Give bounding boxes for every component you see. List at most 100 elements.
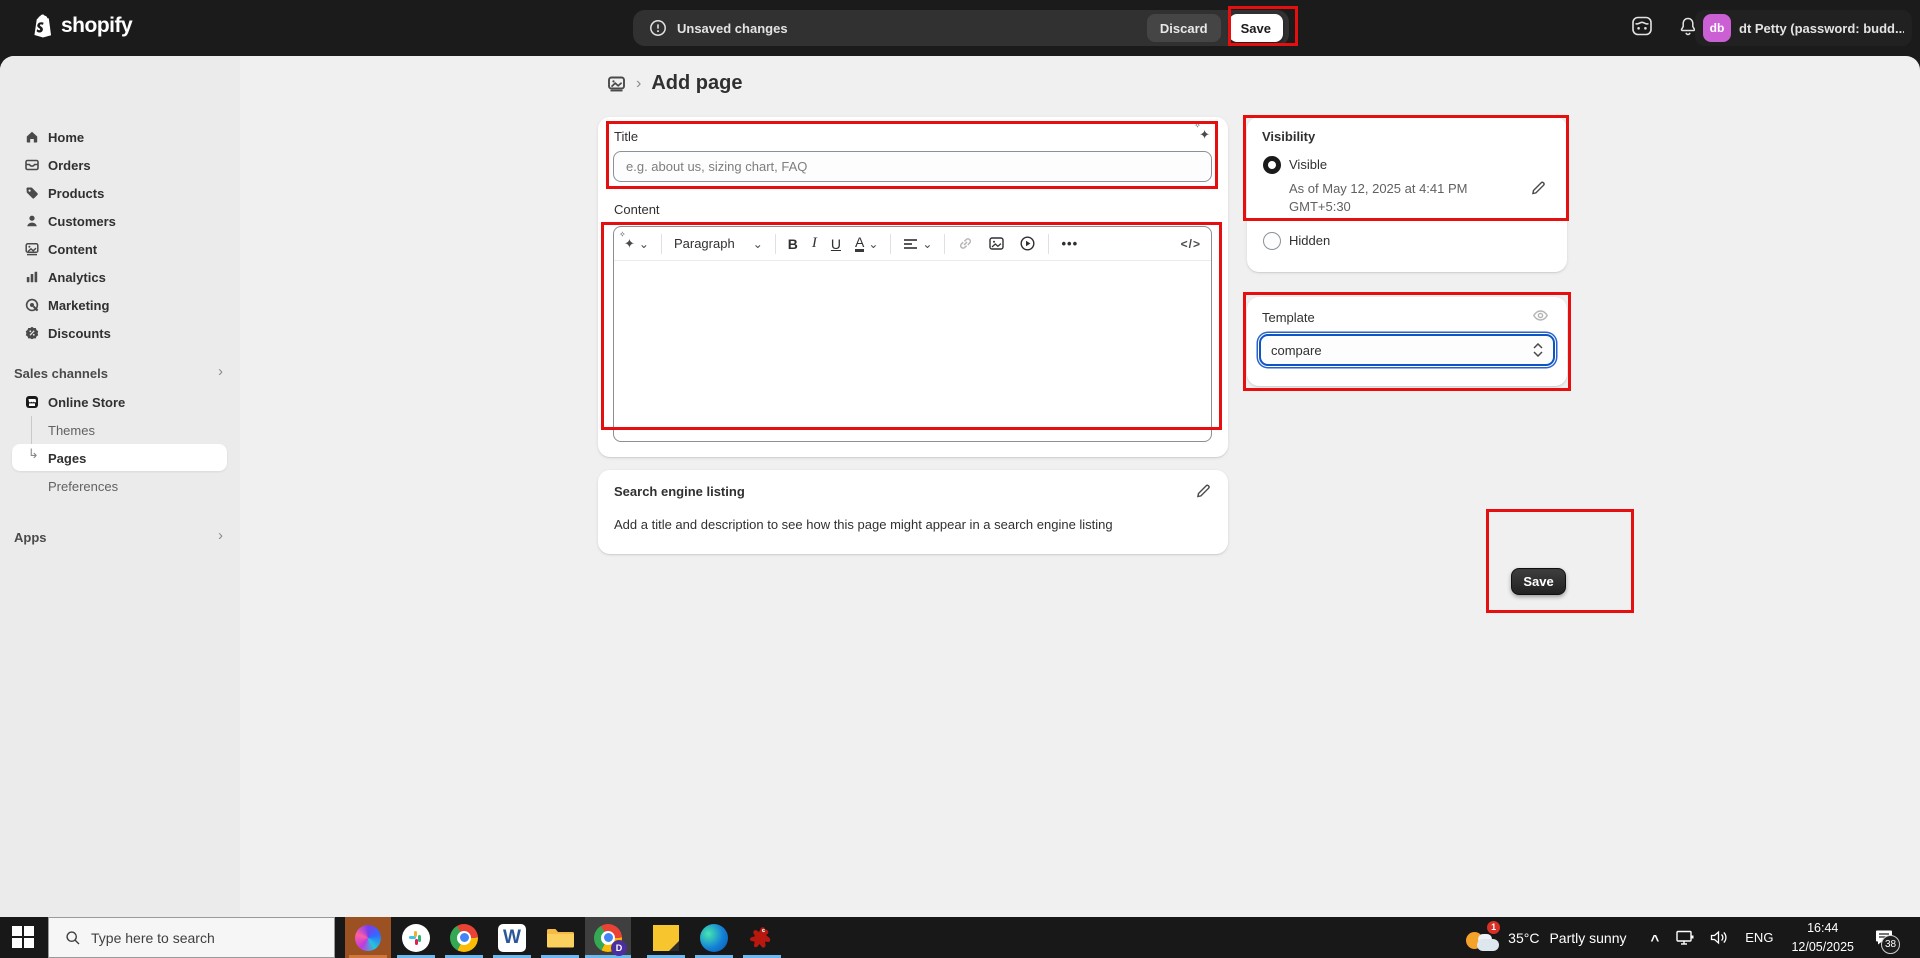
- seo-body: Add a title and description to see how t…: [614, 517, 1204, 532]
- visibility-heading: Visibility: [1262, 129, 1315, 144]
- alignment-dropdown[interactable]: ⌄: [903, 237, 932, 251]
- sidebar-item-customers[interactable]: Customers: [0, 207, 240, 235]
- edit-pencil-icon[interactable]: [1196, 482, 1212, 498]
- sidebar-item-discounts[interactable]: Discounts: [0, 319, 240, 347]
- seo-card: Search engine listing Add a title and de…: [598, 470, 1228, 554]
- taskbar-app-file-explorer[interactable]: [537, 917, 583, 958]
- sidebar-item-label: Online Store: [48, 395, 125, 410]
- edge-icon: [700, 924, 728, 952]
- insert-image-icon[interactable]: [988, 235, 1005, 252]
- editor-content-area[interactable]: [614, 261, 1211, 441]
- edit-pencil-icon[interactable]: [1531, 179, 1547, 195]
- sidebar-item-themes[interactable]: Themes: [0, 416, 240, 444]
- taskbar-app-slack[interactable]: [393, 917, 439, 958]
- insert-video-icon[interactable]: [1019, 235, 1036, 252]
- network-icon[interactable]: [1675, 929, 1695, 946]
- tray-clock[interactable]: 16:44 12/05/2025: [1791, 919, 1854, 955]
- chevron-down-icon: ⌄: [753, 237, 763, 251]
- sidebar-item-label: Marketing: [48, 298, 109, 313]
- taskbar-app-red-creature[interactable]: [739, 917, 785, 958]
- discard-button[interactable]: Discard: [1147, 14, 1221, 42]
- topbar-icons: [1630, 14, 1698, 38]
- sidebar-item-label: Pages: [48, 451, 86, 466]
- paragraph-style-dropdown[interactable]: Paragraph ⌄: [674, 236, 763, 251]
- tray-time: 16:44: [1791, 919, 1854, 937]
- sidebar-item-label: Home: [48, 130, 84, 145]
- bold-button[interactable]: B: [788, 236, 798, 252]
- unsaved-changes-label: Unsaved changes: [677, 21, 788, 36]
- sidebar-item-analytics[interactable]: Analytics: [0, 263, 240, 291]
- chevron-down-icon: ⌄: [922, 237, 932, 251]
- sidebar-item-marketing[interactable]: Marketing: [0, 291, 240, 319]
- floating-save-button[interactable]: Save: [1511, 568, 1566, 595]
- sidebar-item-home[interactable]: Home: [0, 123, 240, 151]
- start-button[interactable]: [12, 926, 36, 950]
- taskbar-app-chrome-profile[interactable]: D: [585, 917, 631, 958]
- editor-magic-button[interactable]: ✧✦ ⌄: [624, 236, 649, 252]
- copilot-icon: [355, 925, 381, 951]
- chevron-right-icon[interactable]: ›: [218, 363, 223, 380]
- chevron-down-icon: ⌄: [868, 237, 878, 251]
- sidebar-item-preferences[interactable]: Preferences: [0, 472, 240, 500]
- topbar-save-button[interactable]: Save: [1229, 14, 1283, 42]
- taskbar-app-sticky-notes[interactable]: [643, 917, 689, 958]
- sidebar-item-products[interactable]: Products: [0, 179, 240, 207]
- screen: shopify Unsaved changes Discard Save db …: [0, 0, 1920, 958]
- shopify-logo[interactable]: shopify: [30, 13, 132, 39]
- text-color-button[interactable]: A ⌄: [855, 236, 878, 252]
- volume-icon[interactable]: [1709, 929, 1729, 946]
- title-input[interactable]: [613, 151, 1212, 182]
- tray-condition[interactable]: Partly sunny: [1549, 930, 1626, 946]
- view-eye-icon[interactable]: [1532, 307, 1549, 324]
- underline-button[interactable]: U: [831, 236, 841, 252]
- italic-button[interactable]: I: [812, 235, 817, 252]
- sidebar-item-label: Themes: [48, 423, 95, 438]
- shopify-bag-icon: [30, 13, 54, 39]
- sales-channels-header[interactable]: Sales channels: [14, 366, 108, 381]
- orders-icon: [24, 157, 40, 173]
- title-content-card: Title ✧ ✦ Content ✧✦ ⌄ Paragraph ⌄ B: [598, 117, 1228, 457]
- template-select[interactable]: compare: [1259, 334, 1555, 366]
- products-tag-icon: [24, 185, 40, 201]
- action-center-icon[interactable]: 38: [1874, 928, 1894, 947]
- sidebar: Home Orders Products Customers Content A…: [0, 56, 240, 917]
- avatar: db: [1703, 14, 1731, 42]
- rich-text-editor[interactable]: ✧✦ ⌄ Paragraph ⌄ B I U A ⌄: [613, 226, 1212, 442]
- visible-radio[interactable]: [1263, 156, 1281, 174]
- search-icon: [65, 930, 81, 946]
- magic-sparkle-icon[interactable]: ✧ ✦: [1199, 127, 1210, 143]
- taskbar-search[interactable]: Type here to search: [48, 917, 335, 958]
- slack-icon: [402, 924, 430, 952]
- tray-overflow-caret-icon[interactable]: ^: [1651, 932, 1660, 949]
- weather-icon[interactable]: 1: [1466, 923, 1500, 953]
- apps-header[interactable]: Apps: [14, 530, 47, 545]
- insert-link-icon[interactable]: [957, 235, 974, 252]
- visibility-schedule-line1: As of May 12, 2025 at 4:41 PM: [1289, 180, 1468, 198]
- tray-language[interactable]: ENG: [1745, 930, 1773, 945]
- align-left-icon: [903, 238, 918, 250]
- chevron-right-icon[interactable]: ›: [218, 527, 223, 544]
- content-icon: [24, 241, 40, 257]
- taskbar-app-chrome[interactable]: [441, 917, 487, 958]
- red-creature-icon: [749, 925, 775, 951]
- select-updown-icon: [1533, 343, 1543, 357]
- assistant-face-icon[interactable]: [1630, 14, 1654, 38]
- hidden-radio[interactable]: [1263, 232, 1281, 250]
- taskbar-app-copilot[interactable]: [345, 917, 391, 958]
- taskbar-app-word[interactable]: W: [489, 917, 535, 958]
- sidebar-item-pages[interactable]: Pages: [0, 444, 240, 472]
- sidebar-item-online-store[interactable]: Online Store: [0, 388, 240, 416]
- sidebar-item-orders[interactable]: Orders: [0, 151, 240, 179]
- chrome-icon: [450, 924, 478, 952]
- hidden-label: Hidden: [1289, 233, 1330, 248]
- account-menu[interactable]: db dt Petty (password: budd...: [1695, 10, 1912, 46]
- shopify-wordmark: shopify: [61, 14, 132, 38]
- tray-temperature[interactable]: 35°C: [1508, 930, 1539, 946]
- code-view-button[interactable]: </>: [1181, 237, 1201, 251]
- more-options-button[interactable]: •••: [1061, 236, 1078, 251]
- taskbar-app-edge[interactable]: [691, 917, 737, 958]
- pages-breadcrumb-icon[interactable]: [607, 74, 626, 93]
- toolbar-divider: [661, 234, 662, 254]
- sidebar-item-content[interactable]: Content: [0, 235, 240, 263]
- sticky-notes-icon: [653, 925, 679, 951]
